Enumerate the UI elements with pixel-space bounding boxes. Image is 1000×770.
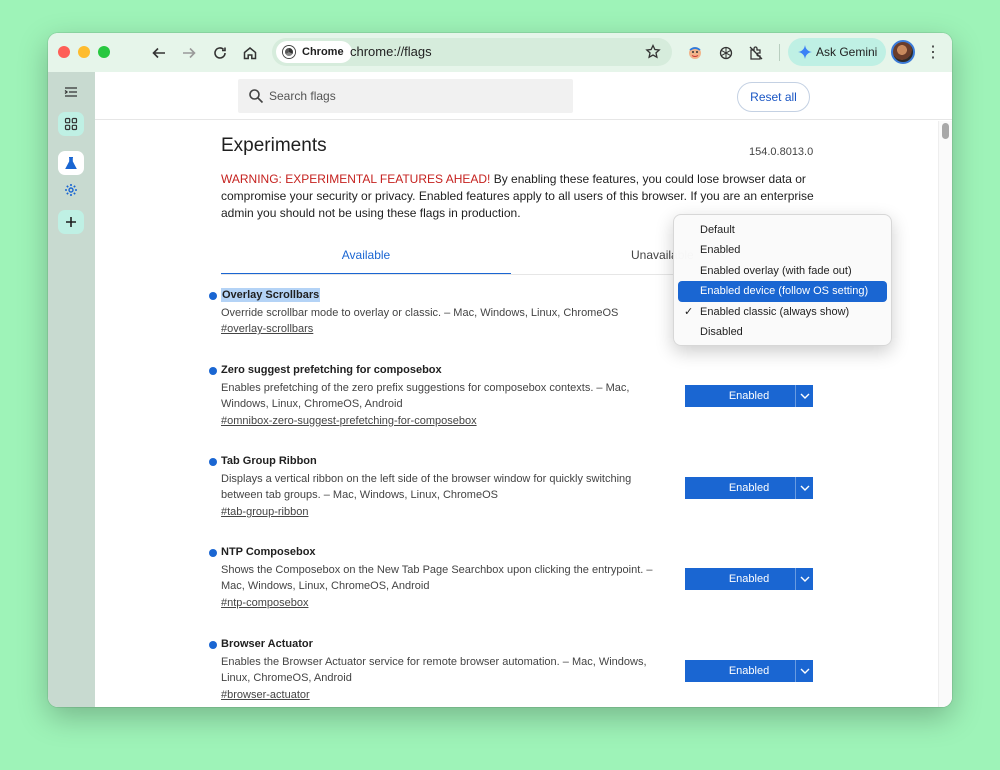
option-label: Default: [700, 224, 735, 236]
flag-name: Browser Actuator: [221, 638, 313, 650]
flag-description: Override scrollbar mode to overlay or cl…: [221, 307, 619, 319]
reload-icon[interactable]: [209, 42, 231, 64]
more-menu-icon[interactable]: ⋮: [924, 42, 942, 64]
page-title: Experiments: [221, 135, 327, 156]
search-input[interactable]: [269, 79, 564, 113]
gemini-sparkle-icon: [798, 45, 812, 59]
chevron-down-icon: [795, 568, 813, 590]
side-panel: [48, 72, 95, 707]
dropdown-option[interactable]: Enabled overlay (with fade out): [678, 261, 887, 281]
toolbar-separator: [779, 44, 780, 61]
profile-avatar[interactable]: [891, 40, 915, 64]
flag-state-select[interactable]: Enabled: [685, 385, 813, 407]
flag-name: Tab Group Ribbon: [221, 455, 317, 467]
address-bar[interactable]: Chrome chrome://flags: [272, 38, 672, 66]
flag-item: Tab Group Ribbon Displays a vertical rib…: [209, 454, 813, 524]
flag-link[interactable]: #tab-group-ribbon: [221, 506, 308, 518]
close-window-button[interactable]: [58, 46, 70, 58]
flag-item: Browser Actuator Enables the Browser Act…: [209, 637, 813, 707]
flag-state-select[interactable]: Enabled: [685, 568, 813, 590]
site-chip-label: Chrome: [302, 46, 344, 58]
minimize-window-button[interactable]: [78, 46, 90, 58]
chevron-down-icon: [795, 660, 813, 682]
dropdown-option[interactable]: Default: [678, 220, 887, 240]
flag-state-value: Enabled: [728, 390, 770, 402]
flag-status-dot: [209, 367, 217, 375]
checkmark-icon: ✓: [684, 305, 694, 318]
settings-gear-icon[interactable]: [58, 178, 84, 202]
flag-name: Zero suggest prefetching for composebox: [221, 364, 442, 376]
reset-all-button[interactable]: Reset all: [737, 82, 810, 112]
flag-link[interactable]: #omnibox-zero-suggest-prefetching-for-co…: [221, 415, 477, 427]
flag-item: NTP Composebox Shows the Composebox on t…: [209, 545, 813, 615]
option-label: Enabled device (follow OS setting): [700, 285, 869, 298]
flag-link[interactable]: #overlay-scrollbars: [221, 323, 313, 335]
dropdown-option-highlighted[interactable]: Enabled device (follow OS setting): [678, 281, 887, 302]
browser-window: Chrome chrome://flags Ask Gemini ⋮ Searc…: [48, 33, 952, 707]
back-arrow-icon[interactable]: [148, 42, 170, 64]
dropdown-option-selected[interactable]: ✓ Enabled classic (always show): [678, 302, 887, 322]
flag-state-select[interactable]: Enabled: [685, 660, 813, 682]
flag-status-dot: [209, 292, 217, 300]
flag-state-select[interactable]: Enabled: [685, 477, 813, 499]
apps-grid-icon[interactable]: [58, 112, 84, 136]
browser-toolbar: Chrome chrome://flags Ask Gemini ⋮: [48, 33, 952, 72]
openai-extension-icon[interactable]: [715, 42, 737, 64]
flag-state-value: Enabled: [728, 482, 770, 494]
version-label: 154.0.8013.0: [749, 146, 814, 158]
page-scrollbar[interactable]: [938, 121, 952, 707]
tab-available[interactable]: Available: [221, 237, 511, 275]
bookmark-star-icon[interactable]: [644, 43, 662, 61]
add-plus-icon[interactable]: [58, 210, 84, 234]
flag-description: Enables prefetching of the zero prefix s…: [221, 382, 630, 410]
url-text[interactable]: chrome://flags: [350, 38, 432, 66]
warning-prefix: WARNING: EXPERIMENTAL FEATURES AHEAD!: [221, 172, 491, 186]
flag-link[interactable]: #browser-actuator: [221, 689, 310, 701]
option-label: Disabled: [700, 325, 743, 338]
ask-gemini-label: Ask Gemini: [816, 45, 878, 59]
flag-description: Enables the Browser Actuator service for…: [221, 656, 647, 684]
scrollbar-thumb[interactable]: [942, 123, 949, 139]
ask-gemini-button[interactable]: Ask Gemini: [788, 38, 886, 66]
flag-status-dot: [209, 458, 217, 466]
flag-description: Shows the Composebox on the New Tab Page…: [221, 564, 653, 592]
extension-face-icon[interactable]: [684, 42, 706, 64]
experiments-flask-icon[interactable]: [58, 151, 84, 175]
flag-name: NTP Composebox: [221, 546, 316, 558]
option-label: Enabled overlay (with fade out): [700, 264, 852, 277]
flag-state-value: Enabled: [728, 665, 770, 677]
dropdown-option[interactable]: Enabled: [678, 240, 887, 260]
flag-state-value: Enabled: [728, 573, 770, 585]
flags-header: Reset all: [95, 72, 952, 120]
flags-content: Experiments 154.0.8013.0 WARNING: EXPERI…: [95, 121, 938, 707]
search-box[interactable]: [238, 79, 573, 113]
flag-item: Zero suggest prefetching for composebox …: [209, 363, 813, 433]
home-icon[interactable]: [239, 42, 261, 64]
flag-name: Overlay Scrollbars: [221, 288, 321, 302]
extensions-puzzle-icon[interactable]: [745, 42, 767, 64]
search-icon: [249, 89, 264, 104]
maximize-window-button[interactable]: [98, 46, 110, 58]
flag-status-dot: [209, 641, 217, 649]
chrome-logo-icon: [283, 46, 295, 58]
option-label: Enabled: [700, 244, 741, 257]
collapse-panel-icon[interactable]: [58, 80, 84, 104]
chevron-down-icon: [795, 477, 813, 499]
flag-link[interactable]: #ntp-composebox: [221, 597, 308, 609]
dropdown-option[interactable]: Disabled: [678, 322, 887, 342]
option-label: Enabled classic (always show): [700, 305, 850, 318]
flag-description: Displays a vertical ribbon on the left s…: [221, 473, 632, 501]
site-chip[interactable]: Chrome: [276, 41, 352, 63]
flag-options-dropdown: Default Enabled Enabled overlay (with fa…: [673, 214, 892, 346]
flag-status-dot: [209, 549, 217, 557]
chevron-down-icon: [795, 385, 813, 407]
forward-arrow-icon[interactable]: [178, 42, 200, 64]
flags-page: Reset all Experiments 154.0.8013.0 WARNI…: [95, 72, 952, 707]
